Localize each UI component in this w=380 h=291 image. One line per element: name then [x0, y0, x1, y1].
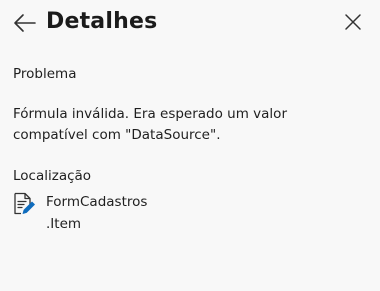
- back-button[interactable]: [10, 9, 40, 37]
- close-button[interactable]: [338, 8, 368, 36]
- close-icon: [345, 14, 361, 30]
- document-edit-icon: [14, 192, 35, 215]
- problem-label: Problema: [13, 66, 77, 82]
- details-panel: Detalhes Problema Fórmula inválida. Era …: [0, 0, 380, 291]
- page-title: Detalhes: [46, 9, 158, 34]
- arrow-left-icon: [14, 14, 36, 32]
- location-control-name: FormCadastros: [46, 194, 148, 210]
- location-label: Localização: [13, 168, 92, 184]
- problem-message: Fórmula inválida. Era esperado um valor …: [13, 106, 287, 143]
- location-property-name: .Item: [46, 216, 82, 232]
- location-link[interactable]: FormCadastros .Item: [12, 191, 212, 237]
- panel-header: Detalhes: [0, 0, 380, 46]
